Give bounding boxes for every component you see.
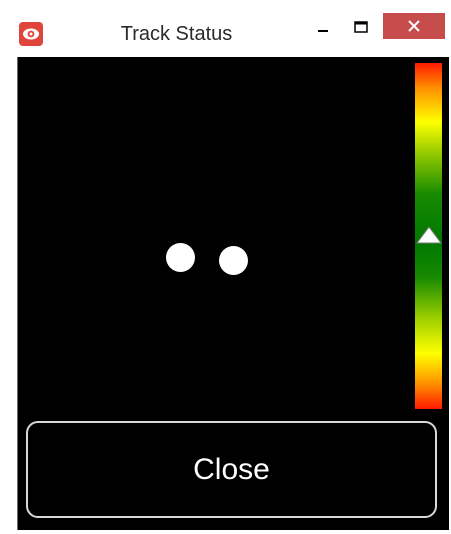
close-icon (408, 20, 420, 32)
minimize-button[interactable] (306, 11, 340, 42)
title-bar[interactable]: Track Status (0, 0, 451, 47)
left-eye-marker (166, 243, 195, 272)
minimize-icon (318, 29, 328, 32)
close-window-button[interactable] (383, 13, 445, 39)
track-status-window: Track Status Close (0, 0, 451, 534)
maximize-button[interactable] (344, 11, 378, 42)
right-eye-marker (219, 246, 248, 275)
window-title: Track Status (120, 23, 233, 45)
maximize-icon (354, 20, 368, 33)
distance-indicator-icon (416, 226, 442, 244)
close-button[interactable]: Close (26, 421, 437, 518)
